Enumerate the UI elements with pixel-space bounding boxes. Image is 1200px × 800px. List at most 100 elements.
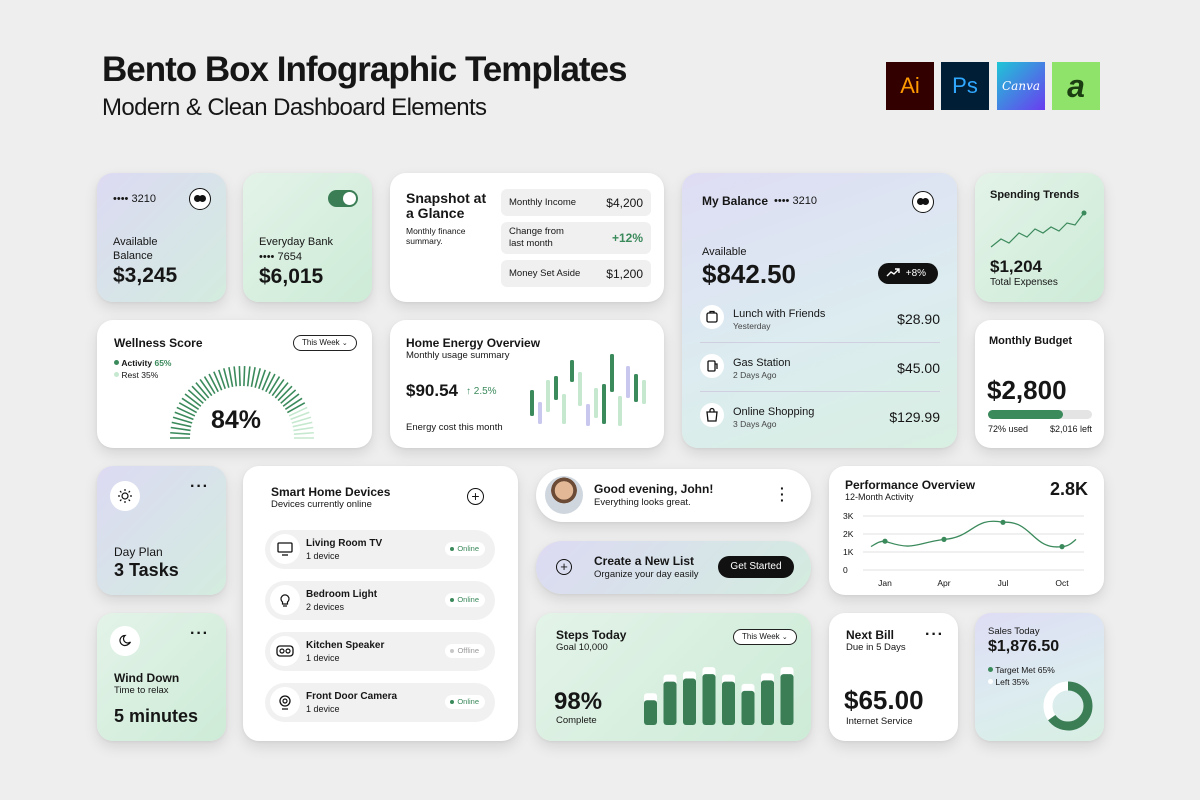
steps-title: Steps Today	[556, 628, 627, 642]
smart-home-subtitle: Devices currently online	[271, 499, 372, 510]
sales-card[interactable]: Sales Today $1,876.50 Target Met 65% Lef…	[975, 613, 1104, 741]
spending-trends-card[interactable]: Spending Trends $1,204 Total Expenses	[975, 173, 1104, 302]
budget-title: Monthly Budget	[989, 335, 1073, 347]
avatar	[545, 476, 583, 514]
wind-down-subtitle: Time to relax	[114, 685, 169, 696]
target-value: 65%	[1037, 665, 1055, 675]
rest-legend: Rest 35%	[114, 370, 158, 380]
data-point	[882, 538, 888, 544]
transaction-row[interactable]: Lunch with Friends Yesterday $28.90	[700, 301, 940, 343]
week-label: This Week	[302, 338, 340, 347]
row-label: Change from last month	[509, 226, 564, 249]
energy-bar	[554, 376, 558, 400]
home-energy-card[interactable]: Home Energy Overview Monthly usage summa…	[390, 320, 664, 448]
sales-title: Sales Today	[988, 626, 1040, 637]
target-label: Target Met	[995, 665, 1036, 675]
smart-home-card[interactable]: Smart Home Devices Devices currently onl…	[243, 466, 518, 741]
sun-icon	[110, 481, 140, 511]
snapshot-row: Change from last month +12%	[501, 222, 651, 254]
available-balance-card[interactable]: •••• 3210 Available Balance $3,245	[97, 173, 226, 302]
wind-down-card[interactable]: ··· Wind Down Time to relax 5 minutes	[97, 613, 226, 741]
snapshot-row: Money Set Aside $1,200	[501, 260, 651, 287]
step-bar	[741, 690, 755, 725]
device-row[interactable]: Bedroom Light 2 devices Online	[265, 581, 495, 620]
energy-bar	[562, 394, 566, 424]
transaction-name: Gas Station	[733, 357, 791, 369]
snapshot-row: Monthly Income $4,200	[501, 189, 651, 216]
affinity-icon: a	[1052, 62, 1100, 110]
budget-amount: $2,800	[987, 375, 1067, 405]
page-subtitle: Modern & Clean Dashboard Elements	[102, 94, 487, 121]
spending-amount: $1,204	[990, 257, 1042, 276]
performance-card[interactable]: Performance Overview 12-Month Activity 2…	[829, 466, 1104, 595]
energy-title: Home Energy Overview	[406, 336, 541, 350]
monthly-budget-card[interactable]: Monthly Budget $2,800 72% used $2,016 le…	[975, 320, 1104, 448]
shopping-bag-icon	[700, 403, 724, 427]
everyday-bank-card[interactable]: Everyday Bank •••• 7654 $6,015	[243, 173, 372, 302]
week-dropdown[interactable]: This Week ⌄	[293, 335, 357, 351]
steps-goal: Goal 10,000	[556, 642, 608, 653]
get-started-button[interactable]: Get Started	[718, 556, 794, 578]
transaction-amount: $129.99	[889, 409, 940, 425]
more-options-icon[interactable]: ···	[190, 479, 209, 495]
transaction-row[interactable]: Gas Station 2 Days Ago $45.00	[700, 350, 940, 392]
change-value: +8%	[905, 268, 927, 279]
toggle-switch[interactable]	[328, 190, 358, 207]
activity-label: Activity	[121, 358, 153, 368]
bag-icon	[700, 305, 724, 329]
rest-value: 35%	[141, 370, 159, 380]
next-bill-card[interactable]: Next Bill Due in 5 Days ··· $65.00 Inter…	[829, 613, 958, 741]
status-badge: Offline	[445, 644, 485, 658]
gauge-tick	[284, 397, 303, 410]
gauge-tick	[268, 376, 281, 395]
photoshop-label: Ps	[952, 73, 978, 98]
transaction-row[interactable]: Online Shopping 3 Days Ago $129.99	[700, 399, 940, 439]
my-balance-card[interactable]: My Balance •••• 3210 Available $842.50 +…	[682, 173, 957, 448]
wind-down-title: Wind Down	[114, 671, 180, 685]
data-point	[1059, 544, 1065, 550]
rest-label: Rest	[121, 370, 139, 380]
transaction-name: Online Shopping	[733, 406, 815, 418]
trend-up-icon	[886, 268, 900, 277]
row-value: $1,200	[606, 267, 643, 281]
gauge-tick	[238, 366, 241, 387]
more-options-icon[interactable]: ···	[925, 627, 944, 643]
snapshot-desc: Monthly finance summary.	[406, 226, 466, 246]
new-list-title: Create a New List	[594, 554, 695, 568]
add-list-icon[interactable]: +	[556, 559, 572, 575]
next-bill-amount: $65.00	[844, 685, 924, 715]
week-dropdown[interactable]: This Week ⌄	[733, 629, 797, 645]
greeting-subtitle: Everything looks great.	[594, 497, 691, 508]
card-number: •••• 7654	[259, 251, 302, 263]
device-name: Front Door Camera	[306, 691, 398, 702]
left-label: Left	[995, 677, 1010, 687]
status-badge: Online	[445, 593, 485, 607]
new-list-card[interactable]: + Create a New List Organize your day ea…	[536, 541, 811, 594]
canva-label: Canva	[1002, 79, 1040, 93]
snapshot-card[interactable]: Snapshot at a Glance Monthly finance sum…	[390, 173, 664, 302]
greeting-card[interactable]: Good evening, John! Everything looks gre…	[536, 469, 811, 522]
fuel-icon	[700, 354, 724, 378]
steps-card[interactable]: Steps Today Goal 10,000 This Week ⌄ 98% …	[536, 613, 811, 741]
device-row[interactable]: Living Room TV 1 device Online	[265, 530, 495, 569]
device-row[interactable]: Front Door Camera 1 device Online	[265, 683, 495, 722]
chevron-down-icon: ⌄	[341, 340, 348, 347]
gauge-tick	[271, 378, 285, 397]
budget-left: $2,016 left	[1049, 424, 1092, 434]
add-device-button[interactable]: +	[467, 488, 484, 505]
energy-change: ↑ 2.5%	[466, 386, 497, 397]
device-row[interactable]: Kitchen Speaker 1 device Offline	[265, 632, 495, 671]
day-plan-card[interactable]: ··· Day Plan 3 Tasks	[97, 466, 226, 595]
more-options-icon[interactable]: ···	[190, 626, 209, 642]
kebab-menu-icon[interactable]: · · ·	[780, 481, 785, 507]
performance-line-chart: 3K 2K 1K 0 Jan Apr Jul Oct	[843, 511, 1084, 588]
budget-bar-track	[988, 410, 1092, 419]
energy-bar	[586, 404, 590, 426]
gauge-tick	[243, 366, 246, 387]
lightbulb-icon	[270, 585, 300, 615]
transaction-name: Lunch with Friends	[733, 308, 826, 320]
energy-bar	[578, 372, 582, 406]
wellness-card[interactable]: Wellness Score This Week ⌄ Activity 65% …	[97, 320, 372, 448]
energy-bar	[570, 360, 574, 382]
row-value: $4,200	[606, 196, 643, 210]
